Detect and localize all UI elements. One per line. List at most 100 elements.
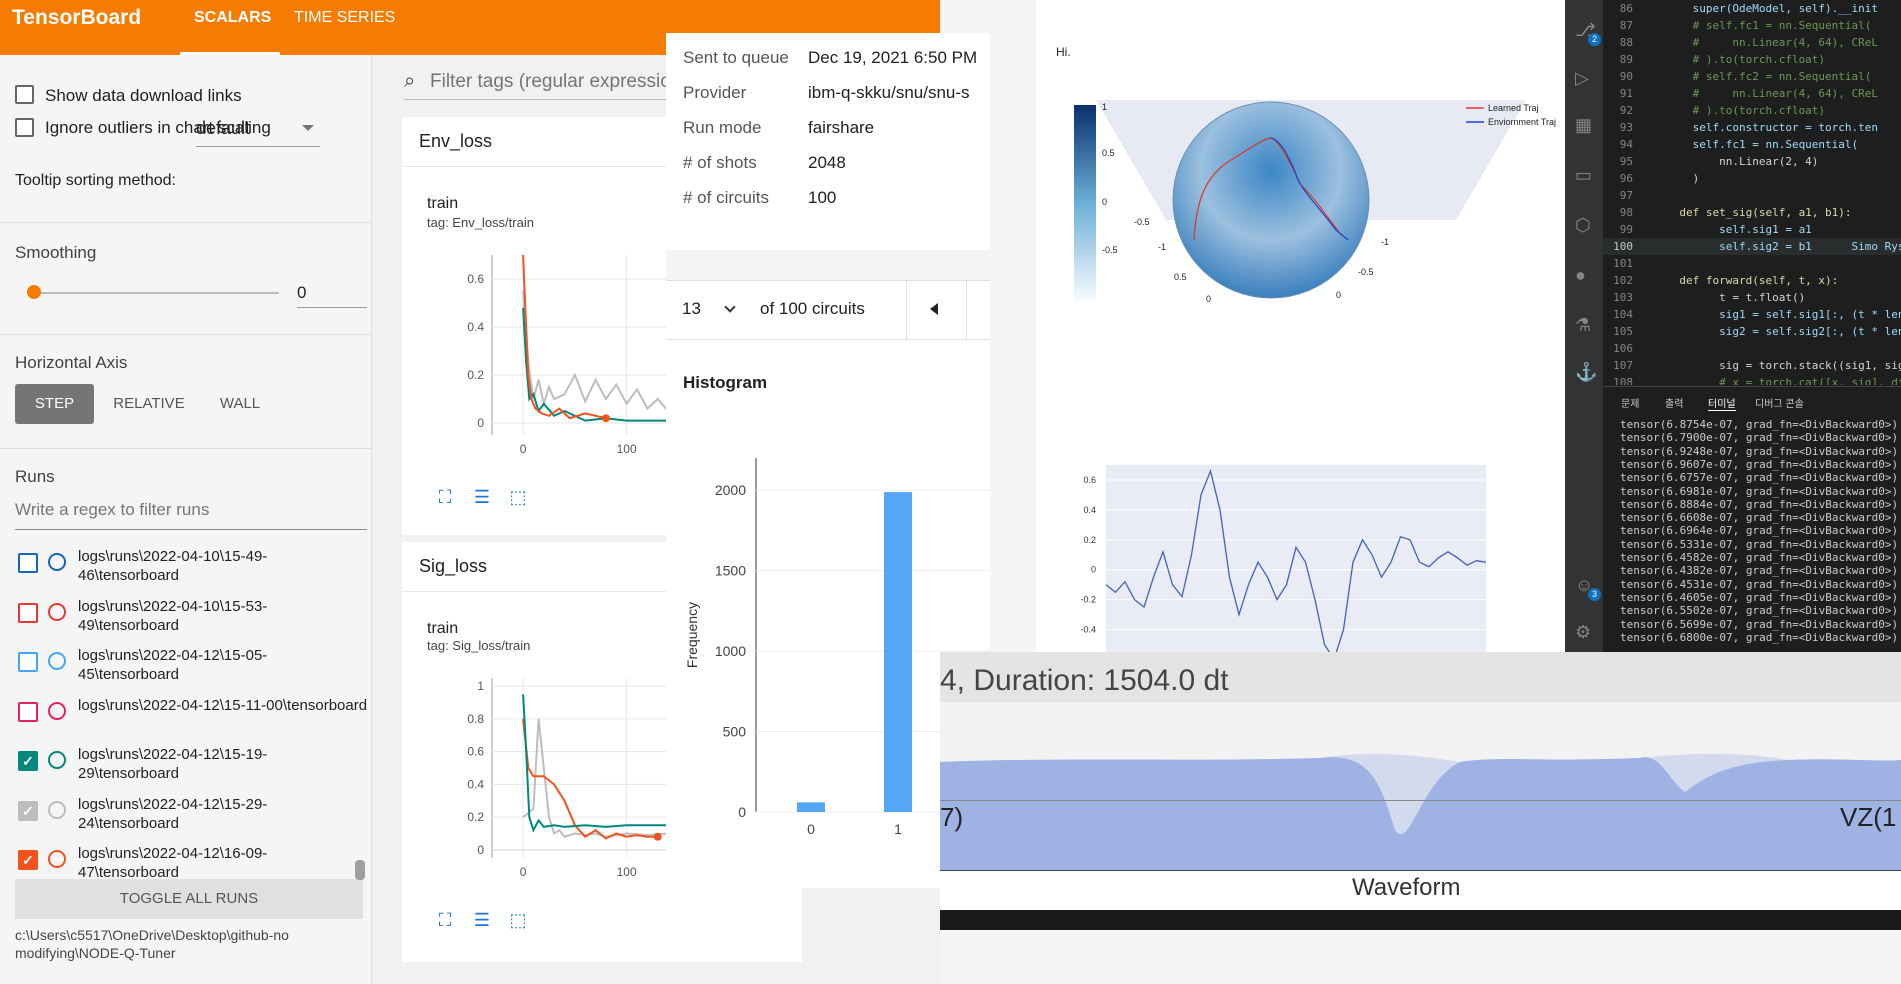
github-icon[interactable]: ● (1575, 265, 1586, 286)
run-item[interactable]: ✓ logs\runs\2022-04-12\16-09-47\tensorboa… (18, 844, 370, 892)
remote-explorer-icon[interactable]: ▭ (1575, 165, 1592, 186)
smoothing-input[interactable]: 0 (297, 278, 367, 308)
fullscreen-icon[interactable]: ⛶ (435, 910, 455, 930)
line-number: 108 (1613, 376, 1633, 385)
circuit-index-select[interactable]: 13 (682, 299, 701, 319)
run-checkbox[interactable] (18, 652, 38, 672)
tab-output[interactable]: 출력 (1665, 395, 1683, 410)
legend-learned[interactable]: Learned Traj (1488, 103, 1539, 113)
run-color-swatch[interactable] (48, 751, 66, 769)
run-item[interactable]: logs\runs\2022-04-12\15-11-00\tensorboar… (18, 696, 370, 744)
tab-debug-console[interactable]: 디버그 콘솔 (1755, 395, 1804, 410)
run-checkbox[interactable]: ✓ (18, 850, 38, 870)
smoothing-label: Smoothing (15, 243, 97, 262)
plot-tag: tag: Env_loss/train (427, 215, 534, 230)
cube-icon[interactable]: ⬡ (1575, 215, 1591, 236)
tab-scalars[interactable]: SCALARS (194, 9, 271, 27)
histogram-bar[interactable] (884, 492, 912, 812)
axis-step-button[interactable]: STEP (15, 384, 94, 424)
terminal-line: tensor(6.6608e-07, grad_fn=<DivBackward0… (1620, 511, 1899, 525)
job-detail-key: Provider (683, 83, 747, 102)
run-color-swatch[interactable] (48, 800, 66, 819)
signal-line-chart[interactable]: 0.6 0.4 0.2 0 -0.2 -0.4 (1056, 460, 1486, 652)
fit-domain-icon[interactable]: ⬚ (508, 910, 528, 930)
filter-tags-input[interactable]: ⌕ Filter tags (regular expressio (404, 66, 704, 100)
run-item[interactable]: ✓ logs\runs\2022-04-12\15-19-29\tensorboa… (18, 745, 370, 793)
line-number: 87 (1619, 19, 1633, 32)
run-label: logs\runs\2022-04-10\15-53-49\tensorboar… (78, 597, 268, 634)
job-detail-value: Dec 19, 2021 6:50 PM (808, 48, 978, 67)
code-text: sig2 = self.sig2[:, (t * len (1633, 325, 1901, 338)
y-tick-label: 1 (477, 679, 484, 693)
code-editor[interactable]: 86 super(OdeModel, self).__init 87 # self… (1603, 0, 1901, 385)
legend-environment[interactable]: Enviornment Traj (1488, 117, 1556, 127)
line-number: 93 (1619, 121, 1633, 134)
ignore-outliers-checkbox[interactable] (15, 118, 34, 137)
run-checkbox[interactable]: ✓ (18, 800, 38, 821)
y-tick-label: 1000 (715, 643, 746, 659)
account-badge: 3 (1588, 588, 1601, 601)
previous-circuit-icon[interactable] (930, 303, 938, 315)
x-tick-label: 0 (520, 865, 527, 879)
run-color-swatch[interactable] (48, 553, 66, 571)
data-list-icon[interactable]: ☰ (472, 487, 492, 507)
extensions-icon[interactable]: ▦ (1575, 115, 1592, 136)
line-number: 97 (1619, 189, 1633, 202)
series-line (522, 718, 658, 840)
show-download-checkbox[interactable] (15, 85, 34, 104)
tab-time-series[interactable]: TIME SERIES (294, 9, 395, 27)
data-list-icon[interactable]: ☰ (472, 910, 492, 930)
run-color-swatch[interactable] (48, 602, 66, 621)
divider (966, 281, 967, 341)
fullscreen-icon[interactable]: ⛶ (435, 487, 455, 507)
tooltip-sorting-select[interactable]: default (196, 115, 320, 147)
run-checkbox[interactable] (18, 553, 38, 573)
docker-icon[interactable]: ⚓ (1575, 362, 1597, 383)
y-tick-label: 0.6 (1083, 475, 1096, 485)
run-checkbox[interactable] (18, 701, 38, 722)
terminal-line: tensor(6.9607e-07, grad_fn=<DivBackward0… (1620, 457, 1899, 471)
smoothing-slider-knob[interactable] (27, 285, 41, 299)
testing-icon[interactable]: ⚗ (1575, 315, 1591, 336)
job-detail-value: 2048 (808, 153, 846, 172)
run-color-swatch[interactable] (48, 850, 66, 868)
runs-filter-input[interactable]: Write a regex to filter runs (15, 500, 367, 530)
axis-tick: -0.5 (1134, 217, 1150, 227)
run-item[interactable]: logs\runs\2022-04-12\15-05-45\tensorboar… (18, 646, 370, 694)
line-number: 89 (1619, 53, 1633, 66)
run-item[interactable]: logs\runs\2022-04-10\15-49-46\tensorboar… (18, 547, 370, 595)
bloch-sphere (1172, 101, 1370, 299)
histogram-bar[interactable] (797, 802, 825, 812)
terminal-output[interactable]: tensor(6.8754e-07, grad_fn=<DivBackward0… (1620, 418, 1901, 650)
run-debug-icon[interactable]: ▷ (1575, 68, 1589, 89)
run-checkbox[interactable]: ✓ (18, 751, 38, 771)
run-item[interactable]: logs\runs\2022-04-10\15-53-49\tensorboar… (18, 597, 370, 645)
job-detail-key: Sent to queue (683, 48, 789, 67)
waveform-envelope-light (940, 753, 1901, 870)
smoothing-slider-track[interactable] (35, 292, 279, 294)
gear-icon[interactable]: ⚙ (1575, 622, 1591, 643)
divider (0, 448, 372, 449)
axis-wall-button[interactable]: WALL (204, 384, 276, 424)
axis-relative-button[interactable]: RELATIVE (104, 384, 194, 424)
y-axis-label: Frequency (684, 602, 700, 668)
code-text: t = t.float() (1633, 291, 1806, 304)
show-download-label: Show data download links (45, 86, 242, 105)
axis-tick: -1 (1381, 237, 1389, 247)
waveform-envelope (940, 753, 1901, 870)
run-color-swatch[interactable] (48, 701, 66, 720)
chevron-down-icon[interactable] (724, 301, 736, 313)
panel-tabs: 문제 출력 터미널 디버그 콘솔 (1603, 386, 1901, 411)
tab-terminal[interactable]: 터미널 (1708, 395, 1736, 411)
fit-domain-icon[interactable]: ⬚ (508, 487, 528, 507)
code-line: 98 def set_sig(self, a1, b1): (1603, 204, 1852, 221)
tab-problems[interactable]: 문제 (1621, 395, 1639, 410)
run-item[interactable]: ✓ logs\runs\2022-04-12\15-29-24\tensorboa… (18, 795, 370, 843)
sphere-plot[interactable]: 1 0.5 0 -0.5 -0.5 -1 0.5 0 -1 -0.5 0 Lea… (1036, 80, 1565, 320)
colorbar-tick: -0.5 (1102, 245, 1118, 255)
run-label: logs\runs\2022-04-12\15-29-24\tensorboar… (78, 795, 268, 832)
run-color-swatch[interactable] (48, 652, 66, 670)
y-tick-label: 1500 (715, 563, 746, 579)
run-checkbox[interactable] (18, 602, 38, 623)
